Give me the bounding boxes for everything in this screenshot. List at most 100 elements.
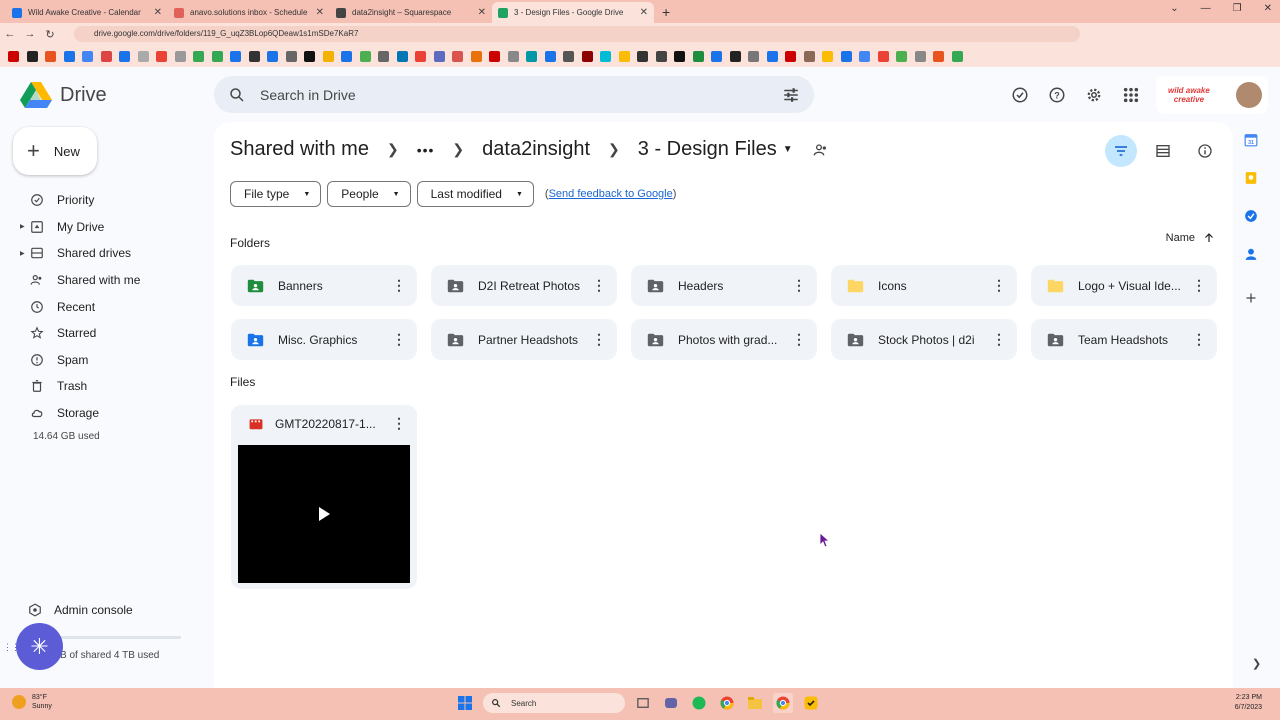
people-filter[interactable]: People ▼ [327, 181, 411, 207]
weather-widget[interactable]: 83°F Sunny [12, 693, 52, 711]
bookmark-icon[interactable] [322, 50, 334, 62]
last-modified-filter[interactable]: Last modified ▼ [416, 181, 534, 207]
bookmark-icon[interactable] [507, 50, 519, 62]
bookmark-icon[interactable] [933, 50, 944, 62]
more-options-icon[interactable]: ⋮ [987, 331, 1011, 348]
bookmark-icon[interactable] [26, 50, 38, 62]
bookmark-icon[interactable] [304, 50, 315, 62]
sidebar-item-shared-with-me[interactable]: Shared with me [0, 267, 200, 294]
ready-for-offline-icon[interactable] [1008, 83, 1032, 107]
chrome-icon[interactable] [717, 693, 737, 713]
bookmark-icon[interactable] [433, 50, 445, 62]
bookmark-icon[interactable] [748, 50, 759, 62]
bookmark-icon[interactable] [211, 50, 223, 62]
browser-tab[interactable]: data2insight – Squarespace ✕ [330, 2, 492, 23]
bookmark-icon[interactable] [489, 50, 500, 62]
bookmark-icon[interactable] [803, 50, 815, 62]
maximize-icon[interactable]: ❐ [1233, 3, 1242, 14]
expand-caret-icon[interactable]: ▶ [20, 223, 25, 230]
more-options-icon[interactable]: ⋮ [1187, 277, 1211, 294]
teams-chat-icon[interactable] [661, 693, 681, 713]
close-tab-icon[interactable]: ✕ [640, 7, 648, 18]
shared-folder-icon[interactable] [813, 142, 829, 158]
floating-assistant-button[interactable]: ✳ [16, 623, 63, 670]
more-options-icon[interactable]: ⋮ [587, 277, 611, 294]
sidebar-item-starred[interactable]: Starred [0, 320, 200, 347]
browser-tab[interactable]: 3 - Design Files - Google Drive ✕ [492, 2, 654, 23]
bookmark-icon[interactable] [766, 50, 778, 62]
bookmark-icon[interactable] [951, 50, 963, 62]
bookmark-icon[interactable] [674, 50, 685, 62]
folder-card[interactable]: Banners ⋮ [231, 265, 417, 306]
new-button[interactable]: + New [13, 127, 97, 175]
more-options-icon[interactable]: ⋮ [787, 277, 811, 294]
bookmark-icon[interactable] [600, 50, 611, 62]
breadcrumb-more[interactable]: ••• [417, 142, 435, 158]
close-tab-icon[interactable]: ✕ [316, 7, 324, 18]
bookmark-icon[interactable] [193, 50, 204, 62]
bookmark-icon[interactable] [692, 50, 704, 62]
more-options-icon[interactable]: ⋮ [1187, 331, 1211, 348]
bookmark-icon[interactable] [285, 50, 297, 62]
file-card[interactable]: GMT20220817-1... ⋮ [231, 405, 417, 589]
bookmark-icon[interactable] [581, 50, 593, 62]
url-field[interactable]: drive.google.com/drive/folders/119_G_uqZ… [74, 26, 1080, 42]
filter-icon[interactable] [1105, 135, 1137, 167]
keep-icon[interactable] [1243, 170, 1259, 186]
bookmark-icon[interactable] [100, 50, 112, 62]
norton-icon[interactable] [801, 693, 821, 713]
folder-card[interactable]: Headers ⋮ [631, 265, 817, 306]
sidebar-item-shared-drives[interactable]: ▶ Shared drives [0, 240, 200, 267]
folder-card[interactable]: Misc. Graphics ⋮ [231, 319, 417, 360]
more-options-icon[interactable]: ⋮ [587, 331, 611, 348]
sidebar-item-trash[interactable]: Trash [0, 373, 200, 400]
bookmark-icon[interactable] [785, 50, 796, 62]
taskbar-search[interactable]: Search [483, 693, 625, 713]
bookmark-icon[interactable] [452, 50, 463, 62]
bookmark-icon[interactable] [82, 50, 93, 62]
folder-card[interactable]: Photos with grad... ⋮ [631, 319, 817, 360]
sidebar-item-priority[interactable]: Priority [0, 187, 200, 214]
folder-card[interactable]: Team Headshots ⋮ [1031, 319, 1217, 360]
google-apps-icon[interactable] [1119, 83, 1143, 107]
breadcrumb-shared-with-me[interactable]: Shared with me [230, 138, 369, 161]
bookmark-icon[interactable] [8, 50, 19, 62]
bookmark-icon[interactable] [618, 50, 630, 62]
account-switcher[interactable]: wild awake creative [1156, 76, 1268, 114]
close-tab-icon[interactable]: ✕ [154, 7, 162, 18]
send-feedback-link[interactable]: Send feedback to Google [549, 188, 673, 200]
add-addon-icon[interactable] [1243, 290, 1259, 306]
forward-icon[interactable]: → [20, 28, 40, 40]
settings-gear-icon[interactable] [1082, 83, 1106, 107]
more-options-icon[interactable]: ⋮ [787, 331, 811, 348]
bookmark-icon[interactable] [63, 50, 75, 62]
bookmark-icon[interactable] [415, 50, 426, 62]
contacts-icon[interactable] [1243, 246, 1259, 262]
chrome-active-icon[interactable] [773, 693, 793, 713]
sidebar-item-storage[interactable]: Storage [0, 400, 200, 427]
help-icon[interactable]: ? [1045, 83, 1069, 107]
bookmark-icon[interactable] [859, 50, 870, 62]
minimize-icon[interactable]: — [1201, 3, 1211, 14]
bookmark-icon[interactable] [637, 50, 648, 62]
system-clock[interactable]: 2:23 PM 6/7/2023 [1235, 693, 1262, 713]
bookmark-icon[interactable] [230, 50, 241, 62]
search-icon[interactable] [228, 86, 246, 104]
file-explorer-icon[interactable] [745, 693, 765, 713]
bookmark-icon[interactable] [119, 50, 130, 62]
folder-card[interactable]: Logo + Visual Ide... ⋮ [1031, 265, 1217, 306]
bookmark-icon[interactable] [45, 50, 56, 62]
bookmark-icon[interactable] [341, 50, 352, 62]
bookmark-icon[interactable] [563, 50, 574, 62]
arrow-up-icon[interactable] [1203, 232, 1215, 244]
play-icon[interactable] [317, 506, 331, 522]
bookmark-icon[interactable] [156, 50, 167, 62]
browser-tab[interactable]: anavo.solutions inbox - Schedule ✕ [168, 2, 330, 23]
folder-card[interactable]: D2I Retreat Photos ⋮ [431, 265, 617, 306]
tab-search-icon[interactable]: ⌄ [1170, 3, 1178, 14]
close-tab-icon[interactable]: ✕ [478, 7, 486, 18]
task-view-icon[interactable] [633, 693, 653, 713]
breadcrumb-data2insight[interactable]: data2insight [482, 138, 590, 161]
more-options-icon[interactable]: ⋮ [387, 277, 411, 294]
calendar-icon[interactable]: 31 [1243, 132, 1259, 148]
